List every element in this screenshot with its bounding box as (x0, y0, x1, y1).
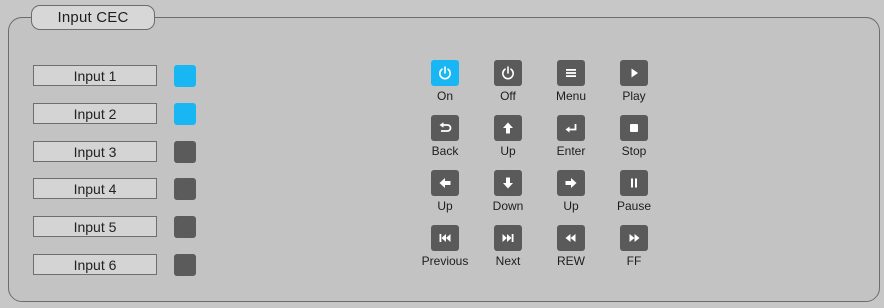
enter-label: Enter (556, 144, 586, 158)
input-row-6: Input 6 (33, 253, 196, 276)
input-label-2[interactable]: Input 2 (33, 103, 157, 124)
menu-label: Menu (555, 89, 587, 103)
on-button[interactable]: On (410, 60, 480, 103)
stop-button[interactable]: Stop (599, 115, 669, 158)
right-label: Up (563, 199, 579, 213)
input-label-4[interactable]: Input 4 (33, 178, 157, 199)
off-button[interactable]: Off (473, 60, 543, 103)
back-label: Back (431, 144, 459, 158)
arrow-up-icon (494, 115, 522, 141)
up-label: Up (500, 144, 516, 158)
input-row-2: Input 2 (33, 102, 196, 125)
up-button[interactable]: Up (473, 115, 543, 158)
pause-label: Pause (616, 199, 652, 213)
power-icon (431, 60, 459, 86)
play-icon (620, 60, 648, 86)
rewind-label: REW (557, 254, 585, 268)
left-button[interactable]: Up (410, 170, 480, 213)
off-label: Off (500, 89, 516, 103)
menu-button[interactable]: Menu (536, 60, 606, 103)
fast-forward-icon (620, 225, 648, 251)
next-icon (494, 225, 522, 251)
enter-icon (557, 115, 585, 141)
next-button[interactable]: Next (473, 225, 543, 268)
right-button[interactable]: Up (536, 170, 606, 213)
arrow-down-icon (494, 170, 522, 196)
menu-icon (557, 60, 585, 86)
stop-label: Stop (621, 144, 647, 158)
input-label-1[interactable]: Input 1 (33, 65, 157, 86)
fast-forward-label: FF (626, 254, 642, 268)
back-button[interactable]: Back (410, 115, 480, 158)
on-label: On (436, 89, 453, 103)
power-icon (494, 60, 522, 86)
fast-forward-button[interactable]: FF (599, 225, 669, 268)
arrow-right-icon (557, 170, 585, 196)
input-select-5[interactable] (174, 215, 196, 238)
input-row-4: Input 4 (33, 177, 196, 200)
input-row-3: Input 3 (33, 140, 196, 163)
input-select-1[interactable] (174, 65, 196, 87)
play-label: Play (622, 89, 646, 103)
input-row-5: Input 5 (33, 215, 196, 238)
input-select-6[interactable] (174, 253, 196, 276)
input-select-2[interactable] (174, 102, 196, 125)
back-icon (431, 115, 459, 141)
previous-icon (431, 225, 459, 251)
down-label: Down (492, 199, 524, 213)
input-label-3[interactable]: Input 3 (33, 141, 157, 162)
stop-icon (620, 115, 648, 141)
pause-button[interactable]: Pause (599, 170, 669, 213)
pause-icon (620, 170, 648, 196)
input-label-5[interactable]: Input 5 (33, 216, 157, 237)
left-label: Up (437, 199, 453, 213)
input-select-4[interactable] (174, 177, 196, 200)
previous-button[interactable]: Previous (410, 225, 480, 268)
rewind-icon (557, 225, 585, 251)
arrow-left-icon (431, 170, 459, 196)
panel-title: Input CEC (31, 5, 155, 30)
down-button[interactable]: Down (473, 170, 543, 213)
play-button[interactable]: Play (599, 60, 669, 103)
input-row-1: Input 1 (33, 65, 196, 87)
rewind-button[interactable]: REW (536, 225, 606, 268)
enter-button[interactable]: Enter (536, 115, 606, 158)
input-label-6[interactable]: Input 6 (33, 254, 157, 275)
input-select-3[interactable] (174, 140, 196, 163)
previous-label: Previous (421, 254, 469, 268)
next-label: Next (495, 254, 521, 268)
